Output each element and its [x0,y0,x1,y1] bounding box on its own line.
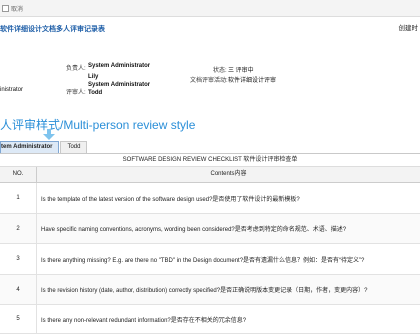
activity-value: 软件详细设计评审 [228,78,277,84]
cancel-label: 取消 [11,6,24,13]
arrow-down-icon [43,129,55,140]
administrator-value: inistrator [0,87,24,93]
owner-value: System Administrator [88,63,151,69]
section-title: 人评审样式/Multi-person review style [0,118,196,132]
column-header-contents: Contents内容 [210,171,247,177]
toolbar [0,0,420,17]
checklist-table: SOFTWARE DESIGN REVIEW CHECKLIST 软件设计评审检… [0,153,420,334]
back-icon [2,4,9,12]
row-text: Is there anything missing? E.g. are ther… [41,257,365,264]
tab-system-administrator[interactable]: tem Administrator [0,141,60,153]
tab-todd[interactable]: Todd [60,141,88,153]
column-header-no: NO. [0,167,37,182]
table-row[interactable]: 1 Is the template of the latest version … [0,183,420,214]
reviewer-tabs: tem Administrator Todd [0,141,88,153]
table-row[interactable]: 5 Is there any non-relevant redundant in… [0,305,420,334]
status-label: 状态: [213,68,227,74]
table-row[interactable]: 4 Is the revision history (date, author,… [0,275,420,305]
row-text: Is there any non-relevant redundant info… [41,317,247,324]
row-number: 2 [0,214,37,243]
creator-label: 创建时 [398,25,419,32]
reviewer-2: System Administrator [88,82,151,88]
owner-label: 负责人: [66,66,86,72]
row-text: Have specific naming conventions, acrony… [41,227,347,233]
activity-label: 文档评审活动: [190,78,228,84]
page-title: 软件详细设计文档多人评审记录表 [0,26,105,33]
checklist-title: SOFTWARE DESIGN REVIEW CHECKLIST 软件设计评审检… [0,154,420,167]
row-number: 5 [0,305,37,333]
row-text: Is the revision history (date, author, d… [41,288,368,294]
reviewers-label: 评审人: [66,90,86,96]
cancel-button[interactable]: 取消 [2,3,23,13]
reviewer-3: Todd [88,90,103,96]
reviewer-1: Lily [88,74,99,80]
row-text: Is the template of the latest version of… [41,196,300,203]
status-value: 三 评审中 [228,68,254,74]
table-row[interactable]: 2 Have specific naming conventions, acro… [0,214,420,244]
row-number: 4 [0,275,37,304]
table-header: NO. Contents内容 [0,167,420,183]
row-number: 1 [0,183,37,213]
table-row[interactable]: 3 Is there anything missing? E.g. are th… [0,244,420,275]
row-number: 3 [0,244,37,274]
